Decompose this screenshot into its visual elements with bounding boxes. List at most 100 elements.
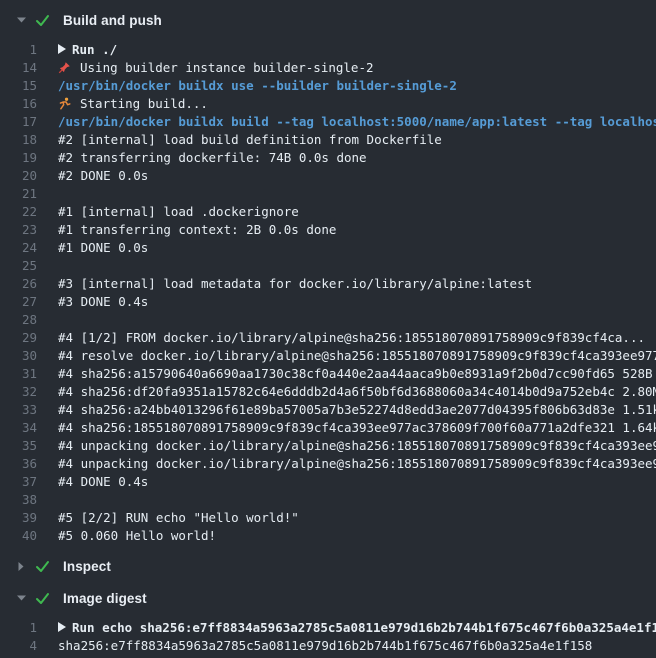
- runner-icon: [58, 97, 71, 110]
- section-header-build-and-push[interactable]: Build and push: [0, 6, 656, 34]
- section-title: Image digest: [63, 591, 147, 606]
- log-text: /usr/bin/docker buildx use --builder bui…: [58, 78, 457, 93]
- log-line[interactable]: 29#4 [1/2] FROM docker.io/library/alpine…: [0, 328, 656, 346]
- line-number[interactable]: 25: [0, 258, 37, 273]
- line-number[interactable]: 21: [0, 186, 37, 201]
- log-text: #3 [internal] load metadata for docker.i…: [58, 276, 532, 291]
- log-line[interactable]: 27 #3 DONE 0.4s: [0, 292, 656, 310]
- line-number[interactable]: 39: [0, 510, 37, 525]
- line-number[interactable]: 1: [0, 620, 37, 635]
- line-number[interactable]: 1: [0, 42, 37, 57]
- log-text: #5 0.060 Hello world!: [58, 528, 216, 543]
- line-number[interactable]: 20: [0, 168, 37, 183]
- line-number[interactable]: 29: [0, 330, 37, 345]
- pushpin-icon: [58, 61, 71, 74]
- log-line[interactable]: 21: [0, 184, 656, 202]
- line-number[interactable]: 16: [0, 96, 37, 111]
- line-number[interactable]: 31: [0, 366, 37, 381]
- log-text: #2 DONE 0.0s: [58, 168, 148, 183]
- log-line[interactable]: 30 #4 resolve docker.io/library/alpine@sh…: [0, 346, 656, 364]
- log-line[interactable]: 18#2 [internal] load build definition fr…: [0, 130, 656, 148]
- line-number[interactable]: 26: [0, 276, 37, 291]
- log-line[interactable]: 4 sha256:e7ff8834a5963a2785c5a0811e979d16…: [0, 636, 656, 654]
- line-number[interactable]: 37: [0, 474, 37, 489]
- line-number[interactable]: 33: [0, 402, 37, 417]
- log-line-content: /usr/bin/docker buildx build --tag local…: [58, 114, 656, 129]
- line-number[interactable]: 4: [0, 638, 37, 653]
- line-number[interactable]: 15: [0, 78, 37, 93]
- line-number[interactable]: 22: [0, 204, 37, 219]
- log-line[interactable]: 26 #3 [internal] load metadata for docker…: [0, 274, 656, 292]
- log-line[interactable]: 1 Run ./: [0, 40, 656, 58]
- line-number[interactable]: 30: [0, 348, 37, 363]
- log-line-content: #4 resolve docker.io/library/alpine@sha2…: [58, 348, 656, 363]
- log-line[interactable]: 24 #1 DONE 0.0s: [0, 238, 656, 256]
- log-line-content: #4 unpacking docker.io/library/alpine@sh…: [58, 456, 656, 471]
- log-text: Starting build...: [80, 96, 208, 111]
- line-number[interactable]: 36: [0, 456, 37, 471]
- line-number[interactable]: 19: [0, 150, 37, 165]
- line-number[interactable]: 17: [0, 114, 37, 129]
- play-icon: [58, 44, 66, 54]
- log-line[interactable]: 39 #5 [2/2] RUN echo "Hello world!": [0, 508, 656, 526]
- log-line-content: #2 DONE 0.0s: [58, 168, 148, 183]
- line-number[interactable]: 38: [0, 492, 37, 507]
- log-line[interactable]: 36 #4 unpacking docker.io/library/alpine@…: [0, 454, 656, 472]
- log-line-content: Run ./: [58, 42, 117, 57]
- log-line[interactable]: 37 #4 DONE 0.4s: [0, 472, 656, 490]
- log-line[interactable]: 16 Starting build...: [0, 94, 656, 112]
- log-line[interactable]: 23 #1 transferring context: 2B 0.0s done: [0, 220, 656, 238]
- log-line-content: #4 sha256:a24bb4013296f61e89ba57005a7b3e…: [58, 402, 656, 417]
- section-header-inspect[interactable]: Inspect: [0, 552, 656, 580]
- line-number[interactable]: 35: [0, 438, 37, 453]
- log-line[interactable]: 32#4 sha256:df20fa9351a15782c64e6dddb2d4…: [0, 382, 656, 400]
- log-text: #5 [2/2] RUN echo "Hello world!": [58, 510, 299, 525]
- log-line[interactable]: 14 Using builder instance builder-single-…: [0, 58, 656, 76]
- log-line[interactable]: 35#4 unpacking docker.io/library/alpine@…: [0, 436, 656, 454]
- line-number[interactable]: 18: [0, 132, 37, 147]
- log-line-content: Run echo sha256:e7ff8834a5963a2785c5a081…: [58, 620, 656, 635]
- log-line[interactable]: 28: [0, 310, 656, 328]
- log-line[interactable]: 34#4 sha256:185518070891758909c9f839cf4c…: [0, 418, 656, 436]
- chevron-right-icon[interactable]: [16, 562, 26, 571]
- log-line[interactable]: 22#1 [internal] load .dockerignore: [0, 202, 656, 220]
- log-text: #1 transferring context: 2B 0.0s done: [58, 222, 336, 237]
- line-number[interactable]: 32: [0, 384, 37, 399]
- log-line-content: #3 DONE 0.4s: [58, 294, 148, 309]
- log-text: #4 sha256:a15790640a6690aa1730c38cf0a440…: [58, 366, 656, 381]
- log-section-inspect: Inspect: [0, 552, 656, 580]
- log-line[interactable]: 40 #5 0.060 Hello world!: [0, 526, 656, 544]
- log-line-content: sha256:e7ff8834a5963a2785c5a0811e979d16b…: [58, 638, 592, 653]
- log-text: #2 transferring dockerfile: 74B 0.0s don…: [58, 150, 367, 165]
- log-line-content: #1 DONE 0.0s: [58, 240, 148, 255]
- log-line[interactable]: 19 #2 transferring dockerfile: 74B 0.0s d…: [0, 148, 656, 166]
- log-text: #4 unpacking docker.io/library/alpine@sh…: [58, 456, 656, 471]
- log-line[interactable]: 20 #2 DONE 0.0s: [0, 166, 656, 184]
- section-log-lines: 1 Run echo sha256:e7ff8834a5963a2785c5a08…: [0, 612, 656, 658]
- line-number[interactable]: 14: [0, 60, 37, 75]
- log-line-content: #5 [2/2] RUN echo "Hello world!": [58, 510, 299, 525]
- workflow-log: Build and push1Run ./14Using builder ins…: [0, 0, 656, 658]
- log-line[interactable]: 15/usr/bin/docker buildx use --builder b…: [0, 76, 656, 94]
- line-number[interactable]: 24: [0, 240, 37, 255]
- chevron-down-icon[interactable]: [16, 595, 26, 601]
- line-number[interactable]: 34: [0, 420, 37, 435]
- line-number[interactable]: 40: [0, 528, 37, 543]
- log-line[interactable]: 25: [0, 256, 656, 274]
- log-text: /usr/bin/docker buildx build --tag local…: [58, 114, 656, 129]
- line-number[interactable]: 27: [0, 294, 37, 309]
- section-header-image-digest[interactable]: Image digest: [0, 584, 656, 612]
- log-text: #3 DONE 0.4s: [58, 294, 148, 309]
- play-icon: [58, 622, 66, 632]
- line-number[interactable]: 28: [0, 312, 37, 327]
- log-line-content: Using builder instance builder-single-2: [58, 60, 374, 75]
- log-line[interactable]: 31 #4 sha256:a15790640a6690aa1730c38cf0a4…: [0, 364, 656, 382]
- log-line[interactable]: 38: [0, 490, 656, 508]
- log-line[interactable]: 1 Run echo sha256:e7ff8834a5963a2785c5a08…: [0, 618, 656, 636]
- log-text: #4 DONE 0.4s: [58, 474, 148, 489]
- log-line[interactable]: 33 #4 sha256:a24bb4013296f61e89ba57005a7b…: [0, 400, 656, 418]
- log-line[interactable]: 17/usr/bin/docker buildx build --tag loc…: [0, 112, 656, 130]
- log-text: #1 DONE 0.0s: [58, 240, 148, 255]
- line-number[interactable]: 23: [0, 222, 37, 237]
- chevron-down-icon[interactable]: [16, 17, 26, 23]
